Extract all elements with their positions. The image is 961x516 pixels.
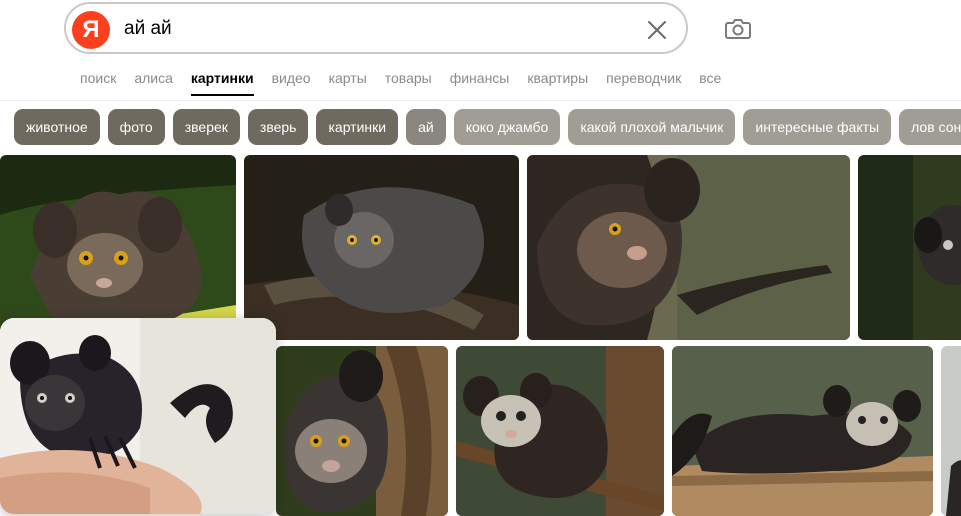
aye-aye-juvenile-branch <box>456 346 664 516</box>
aye-aye-baby-on-hand <box>0 318 276 514</box>
tab-translator[interactable]: переводчик <box>606 70 681 96</box>
aye-aye-on-log <box>672 346 933 516</box>
image-result[interactable] <box>244 155 519 340</box>
tab-all[interactable]: все <box>699 70 721 96</box>
search-box[interactable]: Я ай ай <box>64 2 688 54</box>
image-result[interactable] <box>672 346 933 516</box>
tab-video[interactable]: видео <box>272 70 311 96</box>
aye-aye-partial-right <box>941 346 961 516</box>
chip-coco-jambo[interactable]: коко джамбо <box>453 109 561 145</box>
aye-aye-partial-dark <box>858 155 961 340</box>
search-nav: поиск алиса картинки видео карты товары … <box>80 70 739 96</box>
tab-images[interactable]: картинки <box>190 70 254 96</box>
nav-divider <box>0 100 961 101</box>
chip-love-song[interactable]: лов сонг <box>899 109 961 145</box>
chip-pictures[interactable]: картинки <box>316 109 399 145</box>
chip-beast[interactable]: зверь <box>247 109 309 145</box>
image-result[interactable] <box>527 155 850 340</box>
image-result[interactable] <box>456 346 664 516</box>
image-result[interactable] <box>858 155 961 340</box>
chip-bad-boy[interactable]: какой плохой мальчик <box>568 109 736 145</box>
image-result[interactable] <box>0 155 236 340</box>
tab-finance[interactable]: финансы <box>450 70 510 96</box>
aye-aye-close-up-tree <box>276 346 448 516</box>
tab-maps[interactable]: карты <box>329 70 367 96</box>
chip-ai[interactable]: ай <box>406 109 446 145</box>
search-input[interactable]: ай ай <box>124 18 172 40</box>
chip-animal[interactable]: животное <box>14 109 100 145</box>
camera-search-icon[interactable] <box>722 14 754 44</box>
tab-alice[interactable]: алиса <box>134 70 173 96</box>
chips-fade <box>0 104 8 150</box>
aye-aye-on-tree-trunk <box>527 155 850 340</box>
tab-goods[interactable]: товары <box>385 70 432 96</box>
image-result[interactable] <box>276 346 448 516</box>
chip-photo[interactable]: фото <box>107 109 165 145</box>
chip-critter[interactable]: зверек <box>172 109 240 145</box>
tab-apartments[interactable]: квартиры <box>527 70 588 96</box>
close-icon[interactable] <box>646 19 668 41</box>
chip-facts[interactable]: интересные факты <box>743 109 892 145</box>
aye-aye-on-palm-leaf <box>0 155 236 340</box>
related-queries: животное фото зверек зверь картинки ай к… <box>14 109 961 145</box>
tab-search[interactable]: поиск <box>80 70 116 96</box>
yandex-logo[interactable]: Я <box>72 11 110 49</box>
image-result-hovered[interactable] <box>0 318 276 514</box>
image-result[interactable] <box>941 346 961 516</box>
aye-aye-on-branch-night <box>244 155 519 340</box>
